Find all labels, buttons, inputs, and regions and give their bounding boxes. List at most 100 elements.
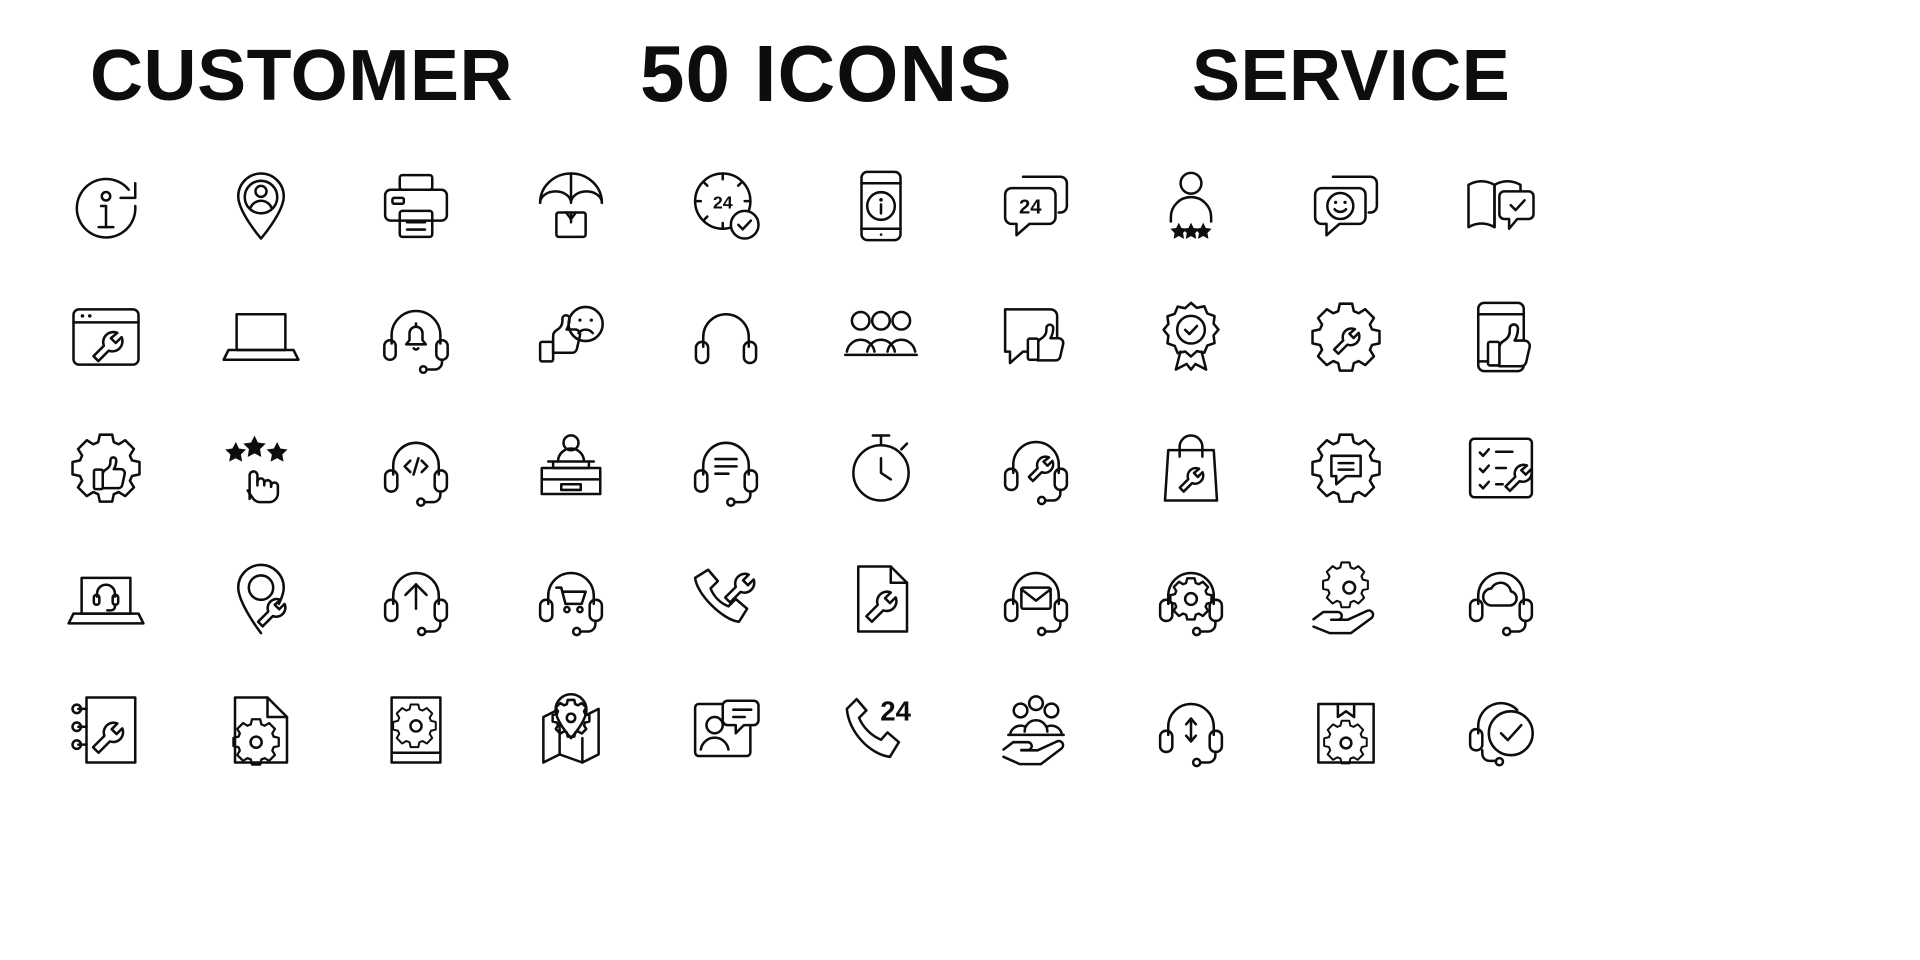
stopwatch-icon — [851, 433, 910, 502]
icon-cell-46[interactable]: 24 — [803, 664, 958, 795]
icon-cell-43[interactable] — [338, 664, 493, 795]
laptop-icon — [221, 312, 300, 361]
icon-set-page: CUSTOMER 50 ICONS SERVICE 24 24 24 — [0, 0, 1920, 960]
icon-cell-37[interactable] — [958, 533, 1113, 664]
icon-cell-18[interactable] — [1113, 271, 1268, 402]
icon-grid: 24 24 24 — [28, 140, 1898, 795]
checklist-wrench-icon — [1468, 436, 1533, 499]
book-gear-icon — [389, 695, 442, 764]
icon-cell-44[interactable] — [493, 664, 648, 795]
phone-wrench-icon — [693, 567, 755, 623]
icon-cell-39[interactable] — [1268, 533, 1423, 664]
info-refresh-icon — [75, 177, 137, 239]
icon-cell-2[interactable] — [183, 140, 338, 271]
icon-cell-48[interactable] — [1113, 664, 1268, 795]
location-wrench-icon — [236, 563, 287, 634]
thumbs-up-sad-face-icon — [538, 305, 604, 363]
icon-cell-41[interactable] — [28, 664, 183, 795]
icon-cell-6[interactable] — [803, 140, 958, 271]
icon-cell-25[interactable] — [648, 402, 803, 533]
gear-thumbs-up-icon — [70, 432, 141, 503]
people-group-icon — [843, 310, 918, 356]
icon-cell-16[interactable] — [803, 271, 958, 402]
icon-cell-27[interactable] — [958, 402, 1113, 533]
headset-mail-icon — [1003, 571, 1068, 636]
icon-cell-45[interactable] — [648, 664, 803, 795]
icon-cell-33[interactable] — [338, 533, 493, 664]
headset-code-icon — [383, 441, 448, 507]
icon-cell-30[interactable] — [1423, 402, 1578, 533]
notebook-wrench-icon — [70, 695, 137, 764]
icon-cell-19[interactable] — [1268, 271, 1423, 402]
icon-text-24: 24 — [880, 695, 911, 726]
icon-cell-31[interactable] — [28, 533, 183, 664]
headset-cloud-icon — [1468, 571, 1533, 636]
icon-cell-20[interactable] — [1423, 271, 1578, 402]
icon-cell-21[interactable] — [28, 402, 183, 533]
printer-icon — [383, 173, 448, 238]
icon-cell-11[interactable] — [28, 271, 183, 402]
chat-24-icon: 24 — [1003, 174, 1068, 237]
icon-cell-7[interactable]: 24 — [958, 140, 1113, 271]
browser-wrench-icon — [71, 307, 140, 366]
icon-cell-5[interactable]: 24 — [648, 140, 803, 271]
icon-cell-1[interactable] — [28, 140, 183, 271]
chat-smiley-icon — [1313, 174, 1378, 237]
headset-upload-icon — [383, 571, 448, 636]
icon-cell-49[interactable] — [1268, 664, 1423, 795]
title-customer: CUSTOMER — [90, 36, 513, 116]
icon-cell-50[interactable] — [1423, 664, 1578, 795]
title-service: SERVICE — [1192, 36, 1511, 116]
icon-cell-10[interactable] — [1423, 140, 1578, 271]
award-badge-check-icon — [1161, 301, 1220, 371]
icon-cell-23[interactable] — [338, 402, 493, 533]
icon-cell-28[interactable] — [1113, 402, 1268, 533]
icon-cell-3[interactable] — [338, 140, 493, 271]
chat-thumbs-up-icon — [1003, 307, 1064, 364]
icon-cell-15[interactable] — [648, 271, 803, 402]
icon-cell-9[interactable] — [1268, 140, 1423, 271]
icon-cell-22[interactable] — [183, 402, 338, 533]
phone-thumbs-up-icon — [1476, 301, 1531, 372]
icon-cell-24[interactable] — [493, 402, 648, 533]
package-umbrella-icon — [538, 171, 603, 238]
icon-cell-36[interactable] — [803, 533, 958, 664]
user-rating-stars-icon — [1169, 171, 1212, 239]
icon-cell-14[interactable] — [493, 271, 648, 402]
icon-cell-29[interactable] — [1268, 402, 1423, 533]
icon-cell-4[interactable] — [493, 140, 648, 271]
reception-desk-icon — [539, 433, 602, 495]
icon-text-24: 24 — [712, 192, 732, 212]
hand-people-icon — [1001, 694, 1065, 765]
icon-cell-17[interactable] — [958, 271, 1113, 402]
gear-wrench-icon — [1310, 301, 1381, 372]
icon-cell-38[interactable] — [1113, 533, 1268, 664]
icon-cell-40[interactable] — [1423, 533, 1578, 664]
headset-chat-icon — [693, 441, 758, 507]
gear-chat-icon — [1310, 432, 1381, 503]
icon-cell-32[interactable] — [183, 533, 338, 664]
icon-cell-12[interactable] — [183, 271, 338, 402]
document-gear-icon — [231, 695, 288, 766]
title-icon-count: 50 ICONS — [640, 29, 1013, 118]
headphones-icon — [694, 312, 757, 364]
map-pin-gear-icon — [541, 692, 600, 764]
document-wrench-icon — [856, 564, 908, 633]
icon-cell-42[interactable] — [183, 664, 338, 795]
laptop-headset-icon — [66, 576, 145, 625]
phone-24-icon: 24 — [845, 695, 911, 758]
icon-cell-34[interactable] — [493, 533, 648, 664]
icon-cell-8[interactable] — [1113, 140, 1268, 271]
icon-cell-47[interactable] — [958, 664, 1113, 795]
headset-wrench-icon — [1003, 440, 1068, 505]
headset-check-icon — [1468, 701, 1534, 767]
headset-gear-icon — [1158, 571, 1223, 636]
box-gear-icon — [1316, 702, 1375, 764]
icon-text-24: 24 — [1019, 196, 1042, 218]
headset-cart-icon — [538, 571, 603, 636]
location-user-icon — [236, 171, 285, 240]
hand-gear-icon — [1311, 560, 1374, 634]
icon-cell-35[interactable] — [648, 533, 803, 664]
icon-cell-13[interactable] — [338, 271, 493, 402]
icon-cell-26[interactable] — [803, 402, 958, 533]
